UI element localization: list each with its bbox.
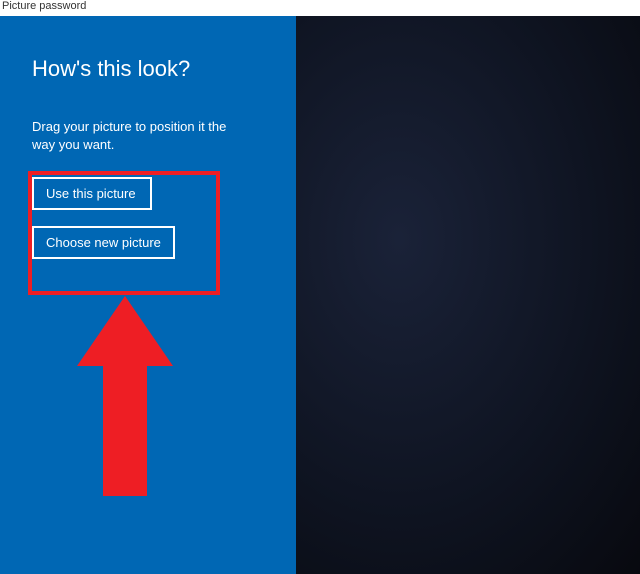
page-heading: How's this look? [32, 56, 264, 82]
annotation-arrow-icon [77, 296, 173, 501]
window-title: Picture password [2, 0, 86, 12]
main-container: How's this look? Drag your picture to po… [0, 16, 640, 574]
button-group: Use this picture Choose new picture [32, 177, 264, 259]
use-this-picture-button[interactable]: Use this picture [32, 177, 152, 210]
instruction-text: Drag your picture to position it the way… [32, 118, 252, 153]
left-panel: How's this look? Drag your picture to po… [0, 16, 296, 574]
picture-preview-area[interactable] [296, 16, 640, 574]
window-titlebar: Picture password [0, 0, 640, 16]
choose-new-picture-button[interactable]: Choose new picture [32, 226, 175, 259]
